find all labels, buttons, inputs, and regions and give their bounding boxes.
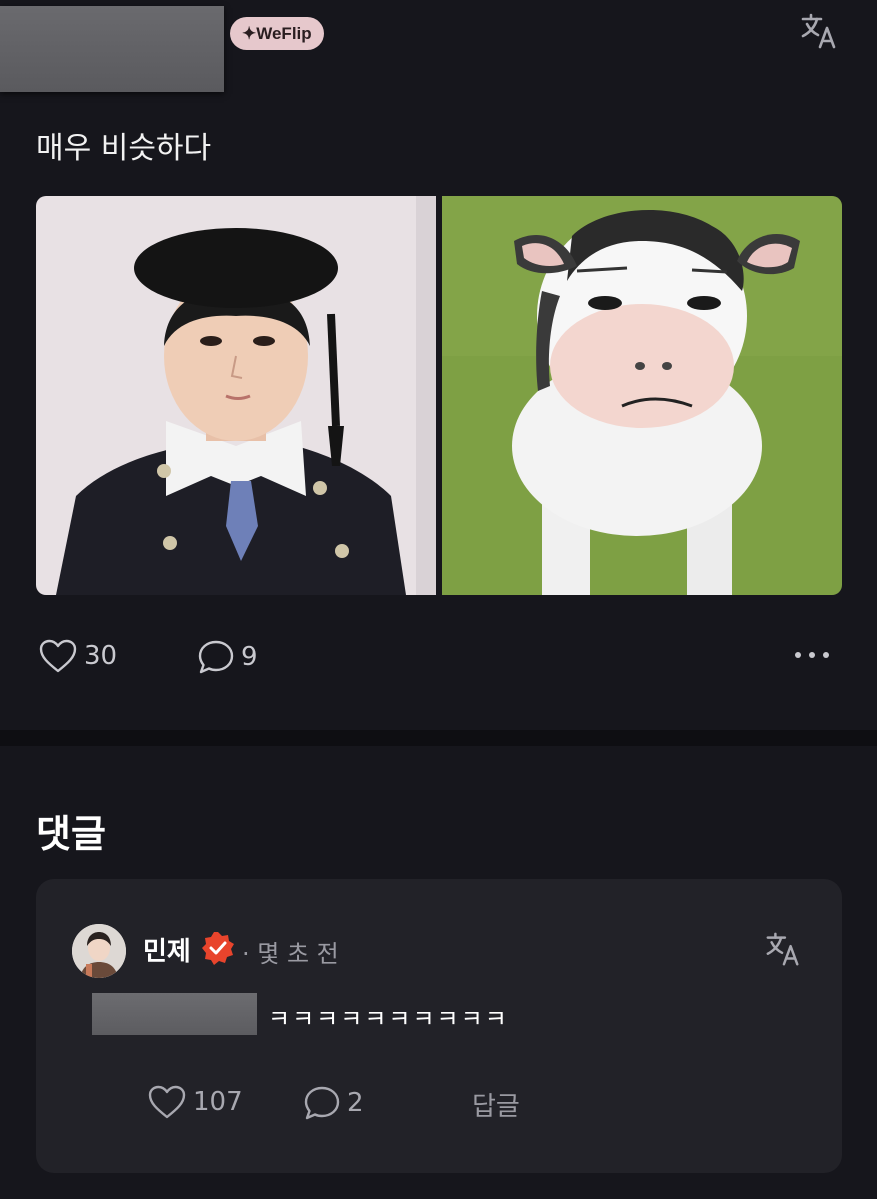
heart-icon [148,1085,186,1119]
more-dots-icon[interactable] [795,652,829,658]
translate-icon[interactable] [764,930,802,968]
heart-icon [39,639,77,673]
reply-button[interactable]: 답글 [472,1086,520,1123]
like-count: 30 [84,641,118,671]
comment-text: ㅋㅋㅋㅋㅋㅋㅋㅋㅋㅋ [268,1005,509,1033]
comment-timestamp: · 몇 초 전 [242,940,339,968]
post-image-cow-character[interactable] [442,196,842,595]
weflip-badge[interactable]: ✦WeFlip [230,17,324,50]
comment-like-count: 107 [193,1087,243,1117]
comments-heading: 댓글 [36,812,106,856]
verified-badge-icon [202,932,234,965]
speech-bubble-icon [198,640,234,674]
blurred-author-name [0,6,224,92]
comment-count: 9 [241,642,258,672]
speech-bubble-icon [304,1086,340,1120]
section-divider [0,730,877,746]
like-button[interactable]: 30 [38,638,117,674]
post-text: 매우 비슷하다 [36,131,212,166]
comment-like-button[interactable]: 107 [147,1084,243,1120]
comment-reply-count: 2 [347,1088,364,1118]
post-container: ✦WeFlip 매우 비슷하다 30 9 [0,0,877,730]
blurred-mention [92,993,257,1035]
translate-icon[interactable] [799,11,839,51]
post-image-boy-photo[interactable] [36,196,436,595]
comment-author[interactable]: 민제 [143,931,191,968]
comment-replies-button[interactable]: 2 [303,1084,364,1122]
comment-button[interactable]: 9 [197,638,258,676]
avatar[interactable] [72,924,126,978]
